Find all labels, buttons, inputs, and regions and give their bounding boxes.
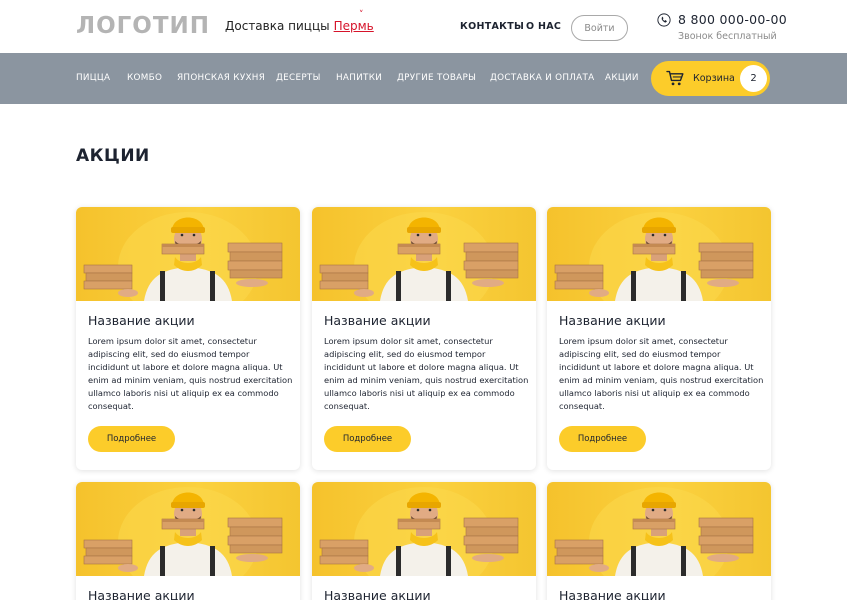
promo-card: Название акции (312, 482, 536, 600)
promo-title: Название акции (324, 313, 431, 328)
cart-button[interactable]: Корзина 2 (651, 61, 770, 96)
promo-description: Lorem ipsum dolor sit amet, consectetur … (324, 336, 529, 411)
page-title: АКЦИИ (76, 146, 150, 166)
phone-number[interactable]: 8 800 000-00-00 (678, 12, 787, 27)
nav-item-pizza[interactable]: ПИЦЦА (76, 73, 110, 83)
cart-label: Корзина (693, 73, 735, 84)
promo-title: Название акции (559, 313, 666, 328)
more-button[interactable]: Подробнее (88, 426, 175, 452)
promo-image (547, 482, 771, 576)
logo[interactable]: ЛОГОТИП (76, 13, 210, 39)
cart-count-badge: 2 (740, 65, 767, 92)
delivery-info: Доставка пиццы Пермь (225, 19, 374, 33)
promo-description: Lorem ipsum dolor sit amet, consectetur … (559, 336, 764, 411)
nav-item-promotions[interactable]: АКЦИИ (605, 73, 639, 83)
promo-card: Название акции Lorem ipsum dolor sit ame… (76, 207, 300, 470)
promo-image (312, 207, 536, 301)
promo-image (76, 207, 300, 301)
promo-card: Название акции (547, 482, 771, 600)
promo-card: Название акции Lorem ipsum dolor sit ame… (312, 207, 536, 470)
promo-image (547, 207, 771, 301)
city-selector[interactable]: Пермь (334, 19, 374, 33)
nav-item-delivery[interactable]: ДОСТАВКА И ОПЛАТА (490, 73, 594, 83)
nav-item-drinks[interactable]: НАПИТКИ (336, 73, 382, 83)
promo-title: Название акции (559, 588, 666, 600)
nav-item-other[interactable]: ДРУГИЕ ТОВАРЫ (397, 73, 476, 83)
cart-icon (666, 70, 684, 86)
phone-note: Звонок бесплатный (678, 31, 777, 42)
nav-item-japanese[interactable]: ЯПОНСКАЯ КУХНЯ (177, 73, 265, 83)
about-link[interactable]: О НАС (526, 21, 561, 32)
phone-icon (657, 13, 671, 27)
top-header: ЛОГОТИП Доставка пиццы Пермь ˅ КОНТАКТЫ О… (0, 0, 847, 53)
main-nav: ПИЦЦА КОМБО ЯПОНСКАЯ КУХНЯ ДЕСЕРТЫ НАПИТ… (0, 53, 847, 104)
promo-title: Название акции (324, 588, 431, 600)
promo-image (312, 482, 536, 576)
promo-card: Название акции (76, 482, 300, 600)
promo-title: Название акции (88, 588, 195, 600)
login-button[interactable]: Войти (571, 15, 628, 41)
promo-title: Название акции (88, 313, 195, 328)
more-button[interactable]: Подробнее (559, 426, 646, 452)
more-button[interactable]: Подробнее (324, 426, 411, 452)
delivery-label: Доставка пиццы (225, 19, 330, 33)
promo-card: Название акции Lorem ipsum dolor sit ame… (547, 207, 771, 470)
nav-item-desserts[interactable]: ДЕСЕРТЫ (276, 73, 321, 83)
chevron-down-icon[interactable]: ˅ (359, 10, 364, 20)
promo-description: Lorem ipsum dolor sit amet, consectetur … (88, 336, 293, 411)
contacts-link[interactable]: КОНТАКТЫ (460, 21, 524, 32)
promo-image (76, 482, 300, 576)
nav-item-combo[interactable]: КОМБО (127, 73, 162, 83)
